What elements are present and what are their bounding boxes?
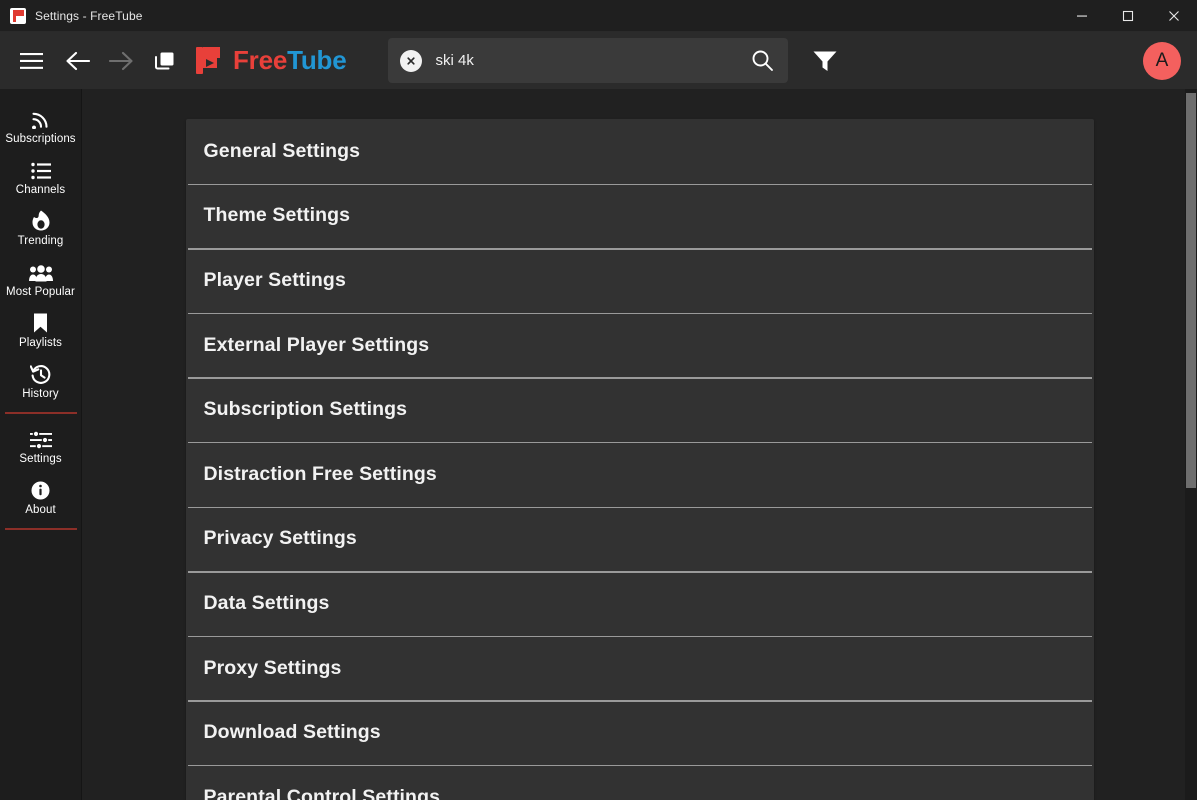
- content-scrollbar[interactable]: [1185, 89, 1197, 800]
- sidebar-divider-bottom: [5, 528, 77, 530]
- settings-section-title: Player Settings: [203, 268, 346, 291]
- settings-section-privacy[interactable]: Privacy Settings: [186, 506, 1094, 572]
- arrow-right-icon[interactable]: [102, 42, 140, 80]
- magnifier-icon[interactable]: [748, 46, 778, 76]
- settings-section-title: General Settings: [203, 139, 361, 162]
- close-icon[interactable]: [1151, 0, 1197, 32]
- settings-section-parental-control[interactable]: Parental Control Settings: [186, 764, 1094, 800]
- fire-icon: [32, 209, 50, 231]
- sidebar-item-label: Trending: [17, 235, 64, 247]
- sidebar-item-channels[interactable]: Channels: [0, 151, 81, 202]
- search-bar[interactable]: [387, 38, 788, 83]
- settings-section-download[interactable]: Download Settings: [186, 700, 1094, 765]
- window-titlebar: Settings - FreeTube: [0, 0, 1197, 32]
- scrollbar-thumb[interactable]: [1186, 93, 1196, 488]
- settings-section-title: Data Settings: [203, 591, 330, 614]
- settings-section-title: Theme Settings: [203, 204, 351, 227]
- search-input[interactable]: [421, 52, 748, 69]
- arrow-left-icon[interactable]: [58, 42, 96, 80]
- sidebar-item-label: Most Popular: [6, 286, 75, 298]
- settings-content: General Settings Theme Settings Player S…: [82, 89, 1197, 800]
- sidebar-item-settings[interactable]: Settings: [0, 420, 81, 471]
- sidebar-item-label: Playlists: [18, 337, 63, 349]
- brand-wordmark: FreeTube: [233, 45, 347, 76]
- settings-section-distraction-free[interactable]: Distraction Free Settings: [186, 441, 1094, 507]
- info-circle-icon: [31, 478, 50, 500]
- window-controls: [1059, 0, 1197, 32]
- minimize-icon[interactable]: [1059, 0, 1105, 32]
- freetube-window: Settings - FreeTube FreeTube ski 4k A Su…: [0, 0, 1197, 800]
- rss-feed-icon: [31, 107, 51, 129]
- settings-section-title: Proxy Settings: [203, 656, 342, 679]
- sidebar-item-label: History: [22, 388, 59, 400]
- sidebar-item-most-popular[interactable]: Most Popular: [0, 253, 81, 304]
- settings-section-title: Privacy Settings: [203, 527, 357, 550]
- app-body: Subscriptions Channels Trending Most Pop…: [0, 89, 1197, 800]
- brand-text-free: Free: [233, 45, 288, 75]
- sidebar-item-label: Subscriptions: [5, 133, 76, 145]
- clock-rewind-icon: [30, 362, 51, 384]
- freetube-brand[interactable]: FreeTube: [196, 45, 347, 76]
- sidebar-item-label: Settings: [19, 453, 62, 465]
- sidebar-item-label: Channels: [15, 184, 66, 196]
- new-window-icon[interactable]: [146, 42, 184, 80]
- settings-section-title: External Player Settings: [203, 333, 430, 356]
- brand-text-tube: Tube: [287, 45, 347, 75]
- top-navigation-bar: FreeTube A: [0, 32, 1197, 89]
- sidebar-item-subscriptions[interactable]: Subscriptions: [0, 100, 81, 151]
- settings-section-title: Distraction Free Settings: [203, 462, 437, 485]
- settings-section-player[interactable]: Player Settings: [186, 248, 1094, 313]
- sidebar: Subscriptions Channels Trending Most Pop…: [0, 89, 82, 800]
- titlebar-left: Settings - FreeTube: [0, 7, 143, 24]
- settings-section-data[interactable]: Data Settings: [186, 571, 1094, 636]
- settings-section-theme[interactable]: Theme Settings: [186, 183, 1094, 249]
- settings-section-external-player[interactable]: External Player Settings: [186, 312, 1094, 378]
- freetube-play-flag-icon: [196, 47, 226, 74]
- clear-circle-x-icon[interactable]: [399, 49, 422, 72]
- sidebar-item-history[interactable]: History: [0, 355, 81, 406]
- sidebar-item-label: About: [25, 504, 56, 516]
- filter-funnel-icon[interactable]: [808, 44, 842, 78]
- settings-section-subscription[interactable]: Subscription Settings: [186, 377, 1094, 442]
- settings-section-title: Download Settings: [203, 721, 381, 744]
- avatar[interactable]: A: [1143, 41, 1181, 80]
- sidebar-item-about[interactable]: About: [0, 471, 81, 522]
- sliders-icon: [29, 427, 52, 449]
- freetube-logo-icon: [10, 7, 26, 24]
- settings-section-title: Subscription Settings: [203, 398, 408, 421]
- settings-section-title: Parental Control Settings: [203, 785, 441, 800]
- sidebar-item-playlists[interactable]: Playlists: [0, 304, 81, 355]
- window-title: Settings - FreeTube: [35, 8, 143, 23]
- settings-section-general[interactable]: General Settings: [186, 119, 1094, 184]
- hamburger-menu-icon[interactable]: [12, 42, 50, 80]
- settings-section-proxy[interactable]: Proxy Settings: [186, 635, 1094, 701]
- people-group-icon: [28, 260, 53, 282]
- sidebar-divider-top: [5, 412, 77, 414]
- sidebar-item-trending[interactable]: Trending: [0, 202, 81, 253]
- settings-sections-card: General Settings Theme Settings Player S…: [185, 119, 1094, 800]
- list-icon: [30, 158, 51, 180]
- bookmark-icon: [33, 311, 48, 333]
- maximize-icon[interactable]: [1105, 0, 1151, 32]
